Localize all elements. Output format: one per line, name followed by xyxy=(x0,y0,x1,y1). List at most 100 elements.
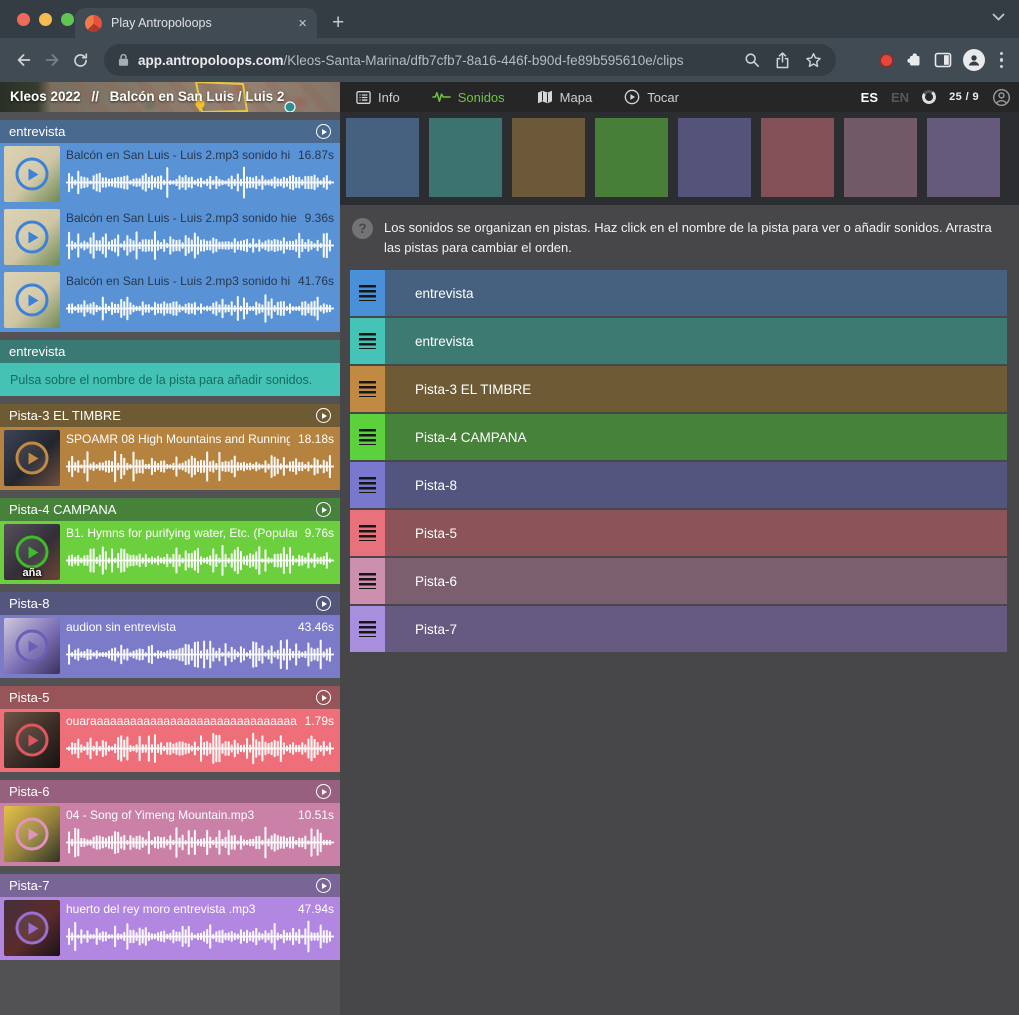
track-drag-handle[interactable] xyxy=(350,318,385,364)
bookmark-star-icon[interactable] xyxy=(805,52,822,69)
track-section-header[interactable]: Pista-4 CAMPANA xyxy=(0,498,340,521)
track-name-button[interactable]: Pista-5 xyxy=(385,510,1007,556)
tab-close-button[interactable]: × xyxy=(298,15,307,32)
track-section-header[interactable]: entrevista xyxy=(0,120,340,143)
account-icon[interactable] xyxy=(992,88,1011,107)
track-color-swatch[interactable] xyxy=(346,118,419,197)
reload-button[interactable] xyxy=(66,46,94,74)
map-dot-icon xyxy=(285,102,295,112)
forward-button[interactable] xyxy=(38,46,66,74)
clip-play-button[interactable] xyxy=(16,724,49,757)
section-play-button[interactable] xyxy=(316,596,331,611)
clip-title-row: huerto del rey moro entrevista .mp347.94… xyxy=(66,902,334,916)
section-play-button[interactable] xyxy=(316,408,331,423)
clip-play-button[interactable] xyxy=(16,442,49,475)
tab-list-chevron-icon[interactable] xyxy=(992,13,1005,21)
lang-en-button[interactable]: EN xyxy=(891,90,909,105)
clip-item[interactable]: audion sin entrevista43.46s xyxy=(0,615,340,678)
play-icon xyxy=(322,789,327,795)
track-drag-handle[interactable] xyxy=(350,366,385,412)
track-section-header[interactable]: Pista-3 EL TIMBRE xyxy=(0,404,340,427)
track-name-button[interactable]: entrevista xyxy=(385,318,1007,364)
track-drag-handle[interactable] xyxy=(350,462,385,508)
new-tab-button[interactable]: + xyxy=(332,11,344,35)
nav-item-sonidos[interactable]: Sonidos xyxy=(432,90,505,105)
info-list-icon xyxy=(356,90,371,105)
clip-play-button[interactable] xyxy=(16,630,49,663)
track-section-header[interactable]: Pista-7 xyxy=(0,874,340,897)
clip-title-row: SPOAMR 08 High Mountains and Running ...… xyxy=(66,432,334,446)
track-color-swatch[interactable] xyxy=(512,118,585,197)
track-color-swatch[interactable] xyxy=(927,118,1000,197)
back-button[interactable] xyxy=(10,46,38,74)
browser-tab[interactable]: Play Antropoloops × xyxy=(75,8,317,38)
track-color-swatch[interactable] xyxy=(429,118,502,197)
track-section-header[interactable]: Pista-6 xyxy=(0,780,340,803)
app-nav: Info Sonidos Mapa Tocar xyxy=(356,82,679,112)
clip-item[interactable]: ouaraaaaaaaaaaaaaaaaaaaaaaaaaaaaaaaaaaa.… xyxy=(0,709,340,772)
address-bar[interactable]: app.antropoloops.com/Kleos-Santa-Marina/… xyxy=(104,44,836,76)
macos-maximize-button[interactable] xyxy=(61,13,74,26)
section-play-button[interactable] xyxy=(316,690,331,705)
clip-play-button[interactable] xyxy=(16,158,49,191)
section-play-button[interactable] xyxy=(316,124,331,139)
record-indicator-icon[interactable] xyxy=(879,53,894,68)
clip-item[interactable]: Balcón en San Luis - Luis 2.mp3 sonido h… xyxy=(0,206,340,269)
nav-label: Tocar xyxy=(647,90,679,105)
track-name-button[interactable]: entrevista xyxy=(385,270,1007,316)
track-name-button[interactable]: Pista-3 EL TIMBRE xyxy=(385,366,1007,412)
zoom-icon[interactable] xyxy=(744,52,760,68)
clip-play-button[interactable] xyxy=(16,912,49,945)
track-color-swatch[interactable] xyxy=(844,118,917,197)
clip-item[interactable]: Balcón en San Luis - Luis 2.mp3 sonido h… xyxy=(0,143,340,206)
track-name-button[interactable]: Pista-8 xyxy=(385,462,1007,508)
track-drag-handle[interactable] xyxy=(350,558,385,604)
section-play-button[interactable] xyxy=(316,502,331,517)
track-color-swatch[interactable] xyxy=(678,118,751,197)
breadcrumb-project[interactable]: Kleos 2022 xyxy=(10,89,81,104)
play-icon xyxy=(322,601,327,607)
clip-item[interactable]: 04 - Song of Yimeng Mountain.mp310.51s xyxy=(0,803,340,866)
side-panel-icon[interactable] xyxy=(934,52,952,68)
clip-play-button[interactable] xyxy=(16,284,49,317)
lang-es-button[interactable]: ES xyxy=(861,90,878,105)
nav-item-info[interactable]: Info xyxy=(356,90,400,105)
section-play-button[interactable] xyxy=(316,878,331,893)
clip-play-button[interactable] xyxy=(16,221,49,254)
track-drag-handle[interactable] xyxy=(350,414,385,460)
track-color-swatch[interactable] xyxy=(761,118,834,197)
macos-minimize-button[interactable] xyxy=(39,13,52,26)
browser-menu-icon[interactable] xyxy=(996,52,1008,69)
clip-item[interactable]: SPOAMR 08 High Mountains and Running ...… xyxy=(0,427,340,490)
track-drag-handle[interactable] xyxy=(350,606,385,652)
track-row-label: Pista-6 xyxy=(415,574,457,589)
nav-item-mapa[interactable]: Mapa xyxy=(537,90,593,105)
track-section-header[interactable]: entrevista xyxy=(0,340,340,363)
track-name-button[interactable]: Pista-6 xyxy=(385,558,1007,604)
track-name-button[interactable]: Pista-7 xyxy=(385,606,1007,652)
share-icon[interactable] xyxy=(775,52,790,69)
macos-close-button[interactable] xyxy=(17,13,30,26)
section-play-button[interactable] xyxy=(316,784,331,799)
clip-body: SPOAMR 08 High Mountains and Running ...… xyxy=(66,432,334,483)
clip-item[interactable]: añaB1. Hymns for purifying water, Etc. (… xyxy=(0,521,340,584)
track-section-header[interactable]: Pista-8 xyxy=(0,592,340,615)
clip-thumbnail xyxy=(4,430,60,486)
profile-avatar[interactable] xyxy=(963,49,985,71)
track-drag-handle[interactable] xyxy=(350,510,385,556)
clip-item[interactable]: huerto del rey moro entrevista .mp347.94… xyxy=(0,897,340,960)
clip-item[interactable]: Balcón en San Luis - Luis 2.mp3 sonido h… xyxy=(0,269,340,332)
extensions-puzzle-icon[interactable] xyxy=(905,51,923,69)
track-name-button[interactable]: Pista-4 CAMPANA xyxy=(385,414,1007,460)
track-color-swatch[interactable] xyxy=(595,118,668,197)
clip-play-button[interactable] xyxy=(16,536,49,569)
url-path: /Kleos-Santa-Marina/dfb7cfb7-8a16-446f-b… xyxy=(284,53,684,68)
drag-handle-icon xyxy=(359,573,376,589)
clip-title: huerto del rey moro entrevista .mp3 xyxy=(66,902,290,916)
clip-play-button[interactable] xyxy=(16,818,49,851)
track-drag-handle[interactable] xyxy=(350,270,385,316)
clip-duration: 43.46s xyxy=(298,620,334,634)
nav-item-tocar[interactable]: Tocar xyxy=(624,89,679,105)
track-section-header[interactable]: Pista-5 xyxy=(0,686,340,709)
track-section: entrevistaPulsa sobre el nombre de la pi… xyxy=(0,340,340,396)
